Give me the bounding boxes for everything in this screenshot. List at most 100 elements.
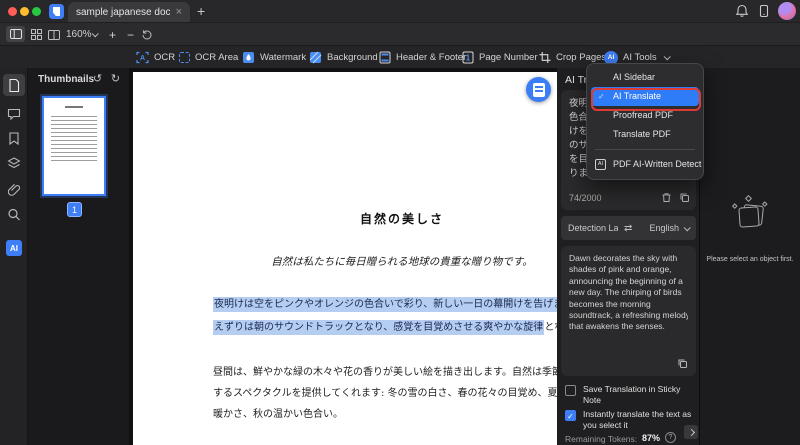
watermark-button[interactable]: Watermark bbox=[242, 46, 306, 69]
zoom-level-value[interactable]: 160% bbox=[66, 29, 92, 40]
doc-paragraph-line: 昼間は、鮮やかな緑の木々や花の香りが美しい絵を描き出します。自然は季節ごと bbox=[213, 367, 557, 378]
sidebar-toggle-button[interactable] bbox=[6, 26, 25, 42]
menu-item-translate-pdf[interactable]: Translate PDF bbox=[587, 125, 703, 144]
header-footer-label: Header & Footer bbox=[396, 52, 467, 63]
tokens-help-icon[interactable]: ? bbox=[665, 432, 676, 443]
history-icon[interactable] bbox=[141, 29, 153, 41]
rotate-left-icon[interactable]: ↺ bbox=[90, 72, 105, 87]
ocr-area-label: OCR Area bbox=[195, 52, 239, 63]
new-tab-button[interactable]: + bbox=[197, 3, 205, 19]
remaining-tokens-label: Remaining Tokens: bbox=[565, 434, 638, 444]
panel-collapse-button[interactable] bbox=[684, 425, 698, 439]
target-language-value: English bbox=[649, 223, 679, 233]
grid-view-icon[interactable] bbox=[28, 27, 44, 42]
page-thumbnail[interactable] bbox=[42, 96, 106, 196]
window-zoom-button[interactable] bbox=[32, 7, 41, 16]
copy-translation-icon[interactable] bbox=[677, 358, 688, 369]
rotate-right-icon[interactable]: ↻ bbox=[108, 72, 123, 87]
doc-paragraph-line: えずりは朝のサウンドトラックとなり、感覚を目覚めさせる爽やかな旋律となりま bbox=[213, 318, 557, 335]
zoom-in-button[interactable]: + bbox=[109, 28, 116, 42]
translation-line: soundtrack, a refreshing melody bbox=[569, 310, 688, 321]
zoom-out-button[interactable]: − bbox=[127, 28, 134, 42]
page-thumbnails-icon[interactable] bbox=[8, 79, 20, 92]
empty-state-message: Please select an object first. bbox=[706, 256, 794, 263]
svg-text:A: A bbox=[140, 55, 145, 62]
pdf-ai-written-detect-label: PDF AI-Written Detect bbox=[613, 159, 702, 169]
checkbox-checked[interactable]: ✓ bbox=[565, 410, 576, 421]
delete-source-icon[interactable] bbox=[661, 192, 672, 203]
selected-text[interactable]: えずりは朝のサウンドトラックとなり、感覚を目覚めさせる爽やかな旋律 bbox=[213, 320, 545, 335]
comments-icon[interactable] bbox=[7, 108, 20, 120]
ai-detect-icon: AI bbox=[595, 159, 606, 170]
background-button[interactable]: Background bbox=[309, 46, 378, 69]
menu-bar: 160% + − Comment Edit Form Protect Tools… bbox=[0, 22, 800, 66]
language-selector-bar: Detection La ⇄ English bbox=[561, 216, 696, 240]
menu-item-pdf-ai-written-detect[interactable]: AI PDF AI-Written Detect bbox=[587, 155, 703, 174]
save-sticky-checkbox-row[interactable]: Save Translation in Sticky Note bbox=[565, 384, 697, 406]
translation-result-area[interactable]: Dawn decorates the sky with shades of pi… bbox=[561, 246, 696, 376]
ocr-area-button[interactable]: OCR Area bbox=[179, 46, 238, 69]
left-icon-rail: AI bbox=[0, 68, 28, 445]
tab-title: sample japanese doc bbox=[76, 6, 170, 18]
page-view-icon[interactable] bbox=[46, 27, 62, 42]
translate-page-icon bbox=[532, 82, 545, 97]
ocr-icon: A bbox=[136, 51, 149, 64]
page-number-badge: 1 bbox=[67, 202, 82, 217]
thumbnails-title: Thumbnails bbox=[38, 74, 95, 85]
user-avatar[interactable] bbox=[778, 2, 796, 20]
document-tab[interactable]: sample japanese doc × bbox=[68, 2, 190, 22]
svg-text:1: 1 bbox=[466, 54, 471, 63]
watermark-label: Watermark bbox=[260, 52, 307, 63]
quick-translate-float-button[interactable] bbox=[526, 77, 551, 102]
notifications-bell-icon[interactable] bbox=[735, 4, 749, 18]
translation-line: new day. The chirping of birds bbox=[569, 287, 682, 298]
background-icon bbox=[309, 51, 322, 64]
ai-tools-label: AI Tools bbox=[623, 52, 657, 63]
page-number-icon: 1 bbox=[462, 51, 474, 64]
copy-source-icon[interactable] bbox=[679, 192, 690, 203]
ocr-button[interactable]: A OCR bbox=[136, 46, 175, 69]
translation-line: that awakens the senses. bbox=[569, 321, 665, 332]
crop-pages-icon bbox=[539, 51, 551, 64]
menu-item-proofread-pdf[interactable]: Proofread PDF bbox=[587, 106, 703, 125]
ai-sidebar-rail-button[interactable]: AI bbox=[6, 240, 22, 256]
swap-languages-icon[interactable]: ⇄ bbox=[624, 223, 632, 234]
thumbnail-title-line bbox=[65, 106, 83, 108]
bookmarks-icon[interactable] bbox=[8, 132, 19, 145]
attachments-icon[interactable] bbox=[7, 183, 20, 196]
doc-text: となりま bbox=[544, 322, 557, 333]
ai-translate-label: AI Translate bbox=[613, 91, 662, 101]
document-canvas: 自然の美しさ 自然は私たちに毎日贈られる地球の貴重な贈り物です。 夜明けは空をピ… bbox=[130, 68, 557, 445]
header-footer-button[interactable]: Header & Footer bbox=[379, 46, 466, 69]
window-close-button[interactable] bbox=[8, 7, 17, 16]
selected-text[interactable]: 夜明けは空をピンクやオレンジの色合いで彩り、新しい一日の幕開けを告げます。さ bbox=[213, 297, 557, 312]
thumbnails-panel: Thumbnails ↺ ↻ 1 bbox=[28, 68, 130, 445]
source-language-select[interactable]: Detection La bbox=[568, 223, 618, 233]
menu-item-ai-sidebar[interactable]: AI Sidebar bbox=[587, 68, 703, 87]
instant-translate-label: Instantly translate the text as you sele… bbox=[583, 409, 692, 430]
app-logo-icon bbox=[49, 4, 64, 19]
doc-paragraph-line: 暖かさ、秋の温かい色合い。 bbox=[213, 409, 343, 420]
char-counter: 74/2000 bbox=[569, 193, 602, 203]
checkbox-unchecked[interactable] bbox=[565, 385, 576, 396]
target-language-select[interactable]: English bbox=[638, 223, 691, 233]
translation-line: becomes the morning bbox=[569, 298, 651, 309]
mobile-device-icon[interactable] bbox=[757, 4, 771, 18]
instant-translate-checkbox-row[interactable]: ✓ Instantly translate the text as you se… bbox=[565, 409, 697, 431]
page-number-label: Page Number bbox=[479, 52, 538, 63]
background-label: Background bbox=[327, 52, 378, 63]
remaining-tokens-value: 87% bbox=[642, 433, 661, 443]
menu-divider bbox=[595, 149, 695, 150]
page-number-button[interactable]: 1 Page Number bbox=[462, 46, 538, 69]
search-icon[interactable] bbox=[7, 208, 20, 221]
tab-close-icon[interactable]: × bbox=[176, 6, 182, 18]
layers-icon[interactable] bbox=[7, 157, 20, 170]
empty-state-icon bbox=[732, 194, 768, 228]
chevron-right-icon bbox=[687, 428, 695, 436]
ai-tools-chevron-icon bbox=[663, 53, 671, 61]
doc-subtitle: 自然は私たちに毎日贈られる地球の貴重な贈り物です。 bbox=[271, 256, 533, 268]
window-minimize-button[interactable] bbox=[20, 7, 29, 16]
header-footer-icon bbox=[379, 51, 391, 64]
zoom-dropdown-chevron-icon[interactable] bbox=[91, 30, 99, 38]
menu-item-ai-translate[interactable]: ✓ AI Translate bbox=[591, 87, 699, 106]
